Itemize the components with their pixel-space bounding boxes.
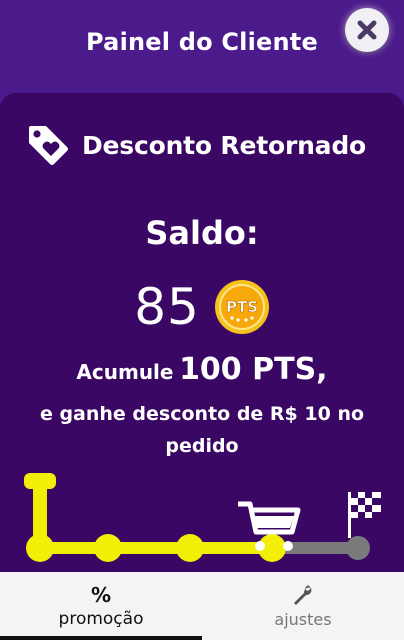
- tab-ajustes[interactable]: ajustes: [202, 572, 404, 640]
- points-value: 85: [134, 278, 200, 336]
- tab-bar: % promoção ajustes: [0, 572, 404, 640]
- page-title: Painel do Cliente: [86, 28, 318, 56]
- wrench-icon: [294, 584, 312, 605]
- tag-heart-icon: [29, 126, 68, 165]
- goal-line: Acumule 100 PTS,: [0, 352, 404, 387]
- goal-amount: 100 PTS,: [179, 352, 328, 387]
- coin-icon: PTS: [214, 280, 269, 334]
- tab-promocao[interactable]: % promoção: [0, 572, 202, 640]
- close-button[interactable]: [345, 8, 389, 52]
- coin-label: PTS: [226, 298, 258, 316]
- close-icon: [357, 20, 377, 40]
- section-title: Desconto Retornado: [26, 122, 396, 168]
- section-title-label: Desconto Retornado: [82, 130, 367, 160]
- tab-label: promoção: [58, 609, 144, 629]
- finish-flag-icon: [348, 492, 381, 538]
- goal-description: e ganhe desconto de R$ 10 no pedido: [39, 403, 365, 457]
- goal-prefix: Acumule: [76, 360, 174, 384]
- balance-label: Saldo:: [145, 214, 259, 252]
- header: Painel do Cliente: [0, 0, 404, 92]
- percent-icon: %: [90, 583, 112, 607]
- progress-track: [24, 473, 381, 562]
- points-row: 85 PTS: [0, 278, 404, 336]
- tab-label: ajustes: [274, 609, 332, 629]
